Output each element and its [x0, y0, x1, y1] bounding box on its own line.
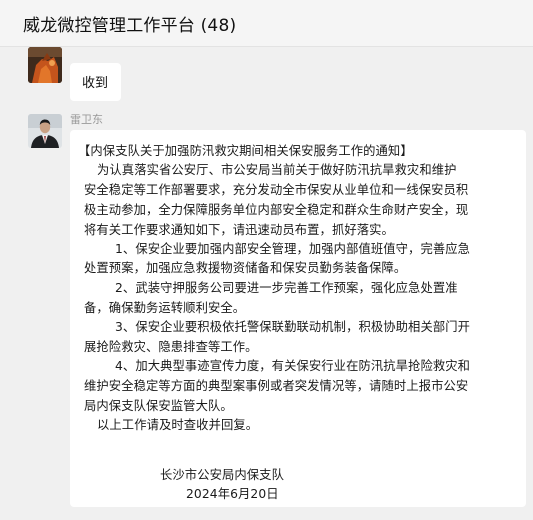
avatar[interactable]	[28, 114, 62, 148]
notice-line: 2、武装守押服务公司要进一步完善工作预案，强化应急处置准	[115, 281, 458, 295]
sender-name: ……	[70, 44, 90, 50]
chat-title: 威龙微控管理工作平台 (48)	[23, 16, 237, 36]
avatar-photo-icon	[28, 114, 62, 148]
notice-line: 为认真落实省公安厅、市公安局当前关于做好防汛抗旱救灾和维护	[97, 163, 457, 177]
notice-line: 安全稳定等工作部署要求，充分发动全市保安从业单位和一线保安员积	[84, 183, 469, 197]
notice-line: 极主动参加，全力保障服务单位内部安全稳定和群众生命财产安全，现	[84, 203, 469, 217]
notice-title: 【内保支队关于加强防汛救灾期间相关保安服务工作的通知】	[78, 144, 413, 158]
notice-line: 1、保安企业要加强内部安全管理，加强内部值班值守，完善应急	[115, 242, 471, 256]
chat-header: 威龙微控管理工作平台 (48)	[0, 0, 533, 47]
notice-signature: 长沙市公安局内保支队	[160, 468, 284, 482]
notice-line: 局内保支队保安监管大队。	[84, 399, 233, 413]
avatar-photo-icon	[28, 47, 62, 83]
avatar[interactable]	[28, 47, 62, 83]
message-bubble[interactable]: 【内保支队关于加强防汛救灾期间相关保安服务工作的通知】 为认真落实省公安厅、市公…	[70, 130, 526, 507]
notice-line: 3、保安企业要积极依托警保联勤联动机制，积极协助相关部门开	[115, 320, 471, 334]
notice-line: 备，确保勤务运转顺利安全。	[84, 301, 246, 315]
notice-date: 2024年6月20日	[186, 487, 279, 501]
notice-line: 处置预案，加强应急救援物资储备和保安员勤务装备保障。	[84, 261, 407, 275]
message-bubble[interactable]: 收到	[70, 63, 121, 101]
notice-line: 将有关工作要求通知如下，请迅速动员布置，抓好落实。	[84, 223, 394, 237]
message-text: 收到	[82, 76, 109, 91]
notice-closing: 以上工作请及时查收并回复。	[97, 418, 259, 432]
notice-line: 4、加大典型事迹宣传力度，有关保安行业在防汛抗旱抢险救灾和	[115, 359, 471, 373]
sender-name: 雷卫东	[70, 113, 103, 126]
notice-line: 维护安全稳定等方面的典型案事例或者突发情况等，请随时上报市公安	[84, 379, 469, 393]
notice-line: 展抢险救灾、隐患排查等工作。	[84, 340, 258, 354]
